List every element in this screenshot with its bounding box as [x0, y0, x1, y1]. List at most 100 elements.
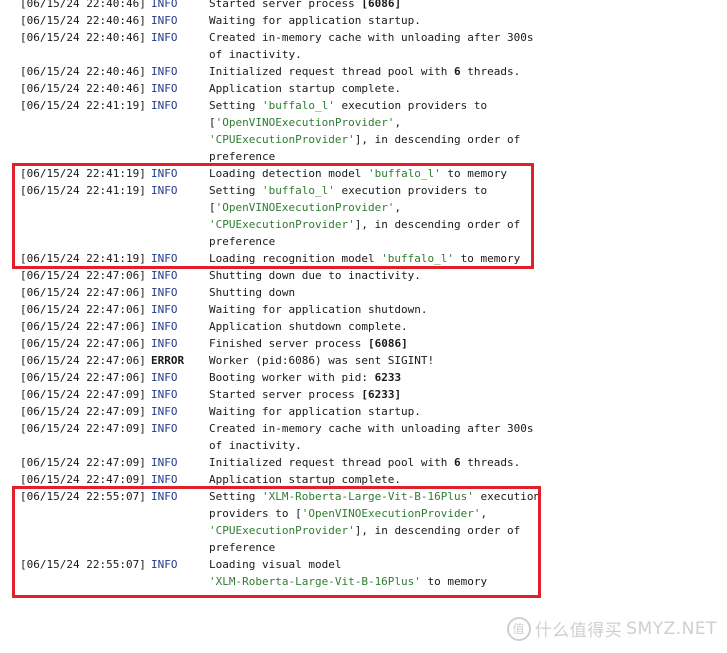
log-number: [6086] [361, 0, 402, 10]
log-line: 'CPUExecutionProvider'], in descending o… [0, 216, 727, 233]
log-line: [06/15/24 22:47:06] INFO Shutting down [0, 284, 727, 301]
log-text: Waiting for application shutdown. [209, 303, 428, 316]
log-line: [06/15/24 22:47:09] INFO Created in-memory… [0, 420, 727, 437]
log-number: [6086] [367, 337, 408, 350]
log-message: 'CPUExecutionProvider'], in descending o… [209, 524, 520, 537]
log-text: Application shutdown complete. [209, 320, 408, 333]
log-level-info: INFO [151, 473, 178, 486]
log-line: [06/15/24 22:40:46] INFO Application start… [0, 80, 727, 97]
log-line: preference [0, 148, 727, 165]
log-text: threads. [460, 456, 521, 469]
log-text: Application startup complete. [209, 82, 402, 95]
log-message: Started server process [6086] [209, 0, 401, 10]
log-line: [06/15/24 22:40:46] INFO Waiting for appli… [0, 12, 727, 29]
log-message: Setting 'buffalo_l' execution providers … [209, 99, 487, 112]
log-level-info: INFO [151, 31, 178, 44]
log-line: [06/15/24 22:40:46] INFO Initialized reque… [0, 63, 727, 80]
log-timestamp: [06/15/24 22:47:09] [20, 456, 146, 469]
log-line: ['OpenVINOExecutionProvider', [0, 114, 727, 131]
log-line: 'CPUExecutionProvider'], in descending o… [0, 131, 727, 148]
watermark-site: SMYZ.NET [626, 618, 717, 639]
log-timestamp: [06/15/24 22:40:46] [20, 0, 146, 10]
log-number: 6233 [374, 371, 402, 384]
log-message: 'CPUExecutionProvider'], in descending o… [209, 133, 520, 146]
log-timestamp: [06/15/24 22:41:19] [20, 99, 146, 112]
log-text: Setting [209, 490, 262, 503]
log-timestamp: [06/15/24 22:47:06] [20, 371, 146, 384]
log-text: ], in descending order of [354, 133, 521, 146]
log-message: providers to ['OpenVINOExecutionProvider… [209, 507, 487, 520]
log-level-info: INFO [151, 422, 178, 435]
log-level-info: INFO [151, 320, 178, 333]
log-line: [06/15/24 22:41:19] INFO Setting 'buffalo_… [0, 97, 727, 114]
log-line: preference [0, 233, 727, 250]
log-message: Loading visual model [209, 558, 341, 571]
log-message: Waiting for application startup. [209, 405, 421, 418]
log-line: [06/15/24 22:40:46] INFO Created in-memory… [0, 29, 727, 46]
log-text: Started server process [209, 388, 362, 401]
log-string-literal: 'buffalo_l' [381, 252, 455, 265]
log-message: 'XLM-Roberta-Large-Vit-B-16Plus' to memo… [209, 575, 487, 588]
log-text: to memory [420, 575, 488, 588]
log-text: to memory [440, 167, 508, 180]
log-message: Started server process [6233] [209, 388, 401, 401]
log-text: preference [209, 235, 276, 248]
log-string-literal: 'buffalo_l' [261, 99, 335, 112]
log-text: to memory [454, 252, 521, 265]
log-message: Application shutdown complete. [209, 320, 408, 333]
log-text: execution providers to [334, 99, 488, 112]
log-text: preference [209, 541, 276, 554]
log-timestamp: [06/15/24 22:40:46] [20, 31, 146, 44]
log-line: 'XLM-Roberta-Large-Vit-B-16Plus' to memo… [0, 573, 727, 590]
log-message: preference [209, 541, 275, 554]
log-string-literal: 'OpenVINOExecutionProvider' [301, 507, 481, 520]
log-text: Worker (pid:6086) was sent SIGINT! [209, 354, 435, 367]
log-level-info: INFO [151, 456, 178, 469]
log-line: [06/15/24 22:47:06] ERROR Worker (pid:6086… [0, 352, 727, 369]
log-level-info: INFO [151, 184, 178, 197]
log-text: ], in descending order of [354, 218, 521, 231]
log-level-info: INFO [151, 14, 178, 27]
log-level-info: INFO [151, 269, 178, 282]
log-level-info: INFO [151, 405, 178, 418]
log-text: Waiting for application startup. [209, 14, 421, 27]
log-message: Waiting for application shutdown. [209, 303, 428, 316]
log-text: Initialized request thread pool with [209, 65, 455, 78]
log-line: [06/15/24 22:47:06] INFO Finished server p… [0, 335, 727, 352]
log-line: providers to ['OpenVINOExecutionProvider… [0, 505, 727, 522]
log-message: Loading recognition model 'buffalo_l' to… [209, 252, 520, 265]
log-text: Loading recognition model [209, 252, 382, 265]
log-level-error: ERROR [151, 354, 185, 367]
log-text: [ [209, 116, 216, 129]
log-text: [ [209, 201, 216, 214]
log-text: Booting worker with pid: [209, 371, 375, 384]
log-number: [6233] [361, 388, 402, 401]
log-line: [06/15/24 22:47:09] INFO Started server pr… [0, 386, 727, 403]
log-message: Application startup complete. [209, 473, 401, 486]
log-timestamp: [06/15/24 22:55:07] [20, 490, 146, 503]
log-text: Shutting down [209, 286, 296, 299]
log-text: Created in-memory cache with unloading a… [209, 31, 534, 44]
log-text: preference [209, 150, 276, 163]
log-line: [06/15/24 22:55:07] INFO Loading visual mo… [0, 556, 727, 573]
log-line: [06/15/24 22:55:07] INFO Setting 'XLM-Robe… [0, 488, 727, 505]
log-message: Setting 'XLM-Roberta-Large-Vit-B-16Plus'… [209, 490, 540, 503]
log-level-info: INFO [151, 337, 178, 350]
log-message: Initialized request thread pool with 6 t… [209, 65, 520, 78]
log-string-literal: 'CPUExecutionProvider' [209, 218, 355, 231]
log-message: preference [209, 150, 275, 163]
log-text: Setting [209, 184, 262, 197]
log-message: Created in-memory cache with unloading a… [209, 422, 534, 435]
log-text: Started server process [209, 0, 362, 10]
log-level-info: INFO [151, 65, 178, 78]
log-number: 6 [454, 456, 461, 469]
log-string-literal: 'XLM-Roberta-Large-Vit-B-16Plus' [261, 490, 474, 503]
log-level-info: INFO [151, 388, 178, 401]
log-string-literal: 'buffalo_l' [261, 184, 335, 197]
log-level-info: INFO [151, 303, 178, 316]
log-string-literal: 'buffalo_l' [367, 167, 441, 180]
log-text: Created in-memory cache with unloading a… [209, 422, 534, 435]
log-text: Loading visual model [209, 558, 342, 571]
log-line: [06/15/24 22:47:09] INFO Waiting for appli… [0, 403, 727, 420]
log-level-info: INFO [151, 167, 178, 180]
